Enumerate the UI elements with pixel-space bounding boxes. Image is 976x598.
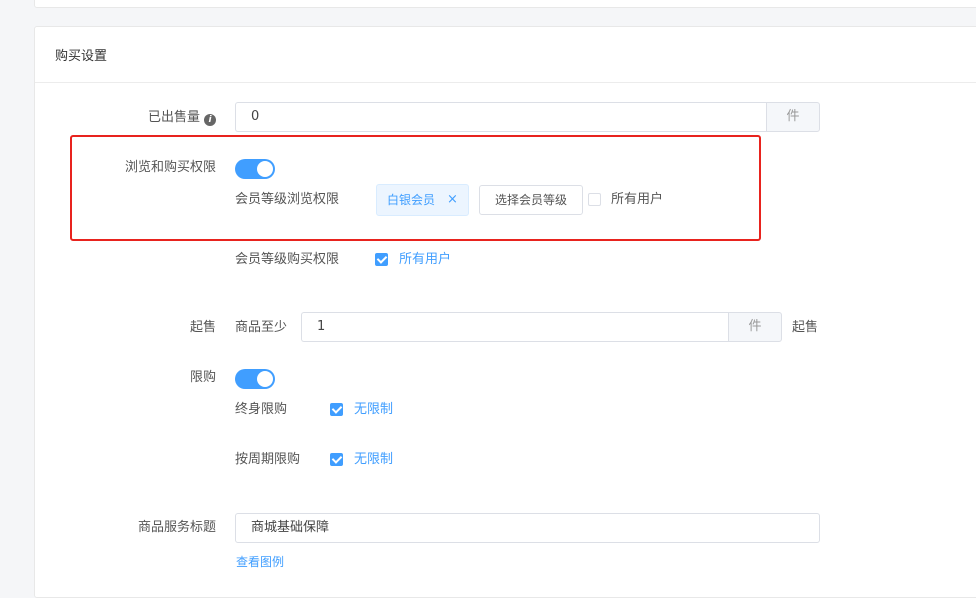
info-icon[interactable]: i — [204, 114, 216, 126]
limit-label: 限购 — [189, 370, 216, 385]
purchase-all-users-label[interactable]: 所有用户 — [399, 250, 451, 270]
lifetime-unlimited-label[interactable]: 无限制 — [354, 400, 393, 420]
period-unlimited-checkbox[interactable] — [330, 453, 343, 466]
service-title-label: 商品服务标题 — [137, 520, 216, 535]
purchase-all-users-checkbox[interactable] — [375, 253, 388, 266]
min-purchase-input[interactable]: 1 — [301, 312, 728, 342]
sold-unit: 件 — [766, 102, 820, 132]
min-purchase-suffix: 起售 — [792, 320, 819, 335]
sold-input[interactable]: 0 — [235, 102, 766, 132]
service-title-input[interactable]: 商城基础保障 — [235, 513, 820, 543]
min-purchase-prefix: 商品至少 — [235, 320, 288, 335]
period-limit-label: 按周期限购 — [235, 452, 301, 467]
toggle-knob — [257, 371, 273, 387]
view-example-link[interactable]: 查看图例 — [236, 553, 284, 570]
purchase-permission-label: 会员等级购买权限 — [235, 252, 340, 267]
sold-label-text: 已出售量 — [147, 110, 200, 125]
lifetime-limit-label: 终身限购 — [235, 402, 288, 417]
sold-input-group: 0 件 — [235, 102, 820, 132]
section-title: 购买设置 — [35, 27, 976, 83]
min-purchase-unit: 件 — [728, 312, 782, 342]
lifetime-unlimited-checkbox[interactable] — [330, 403, 343, 416]
min-purchase-input-group: 1 件 — [301, 312, 782, 342]
previous-card — [34, 0, 976, 8]
period-unlimited-label[interactable]: 无限制 — [354, 450, 393, 470]
limit-toggle[interactable] — [235, 369, 275, 389]
sold-label: 已出售量 i — [16, 108, 216, 128]
min-purchase-label: 起售 — [189, 320, 216, 335]
highlight-box — [70, 135, 761, 241]
service-title-input-group: 商城基础保障 — [235, 513, 820, 543]
